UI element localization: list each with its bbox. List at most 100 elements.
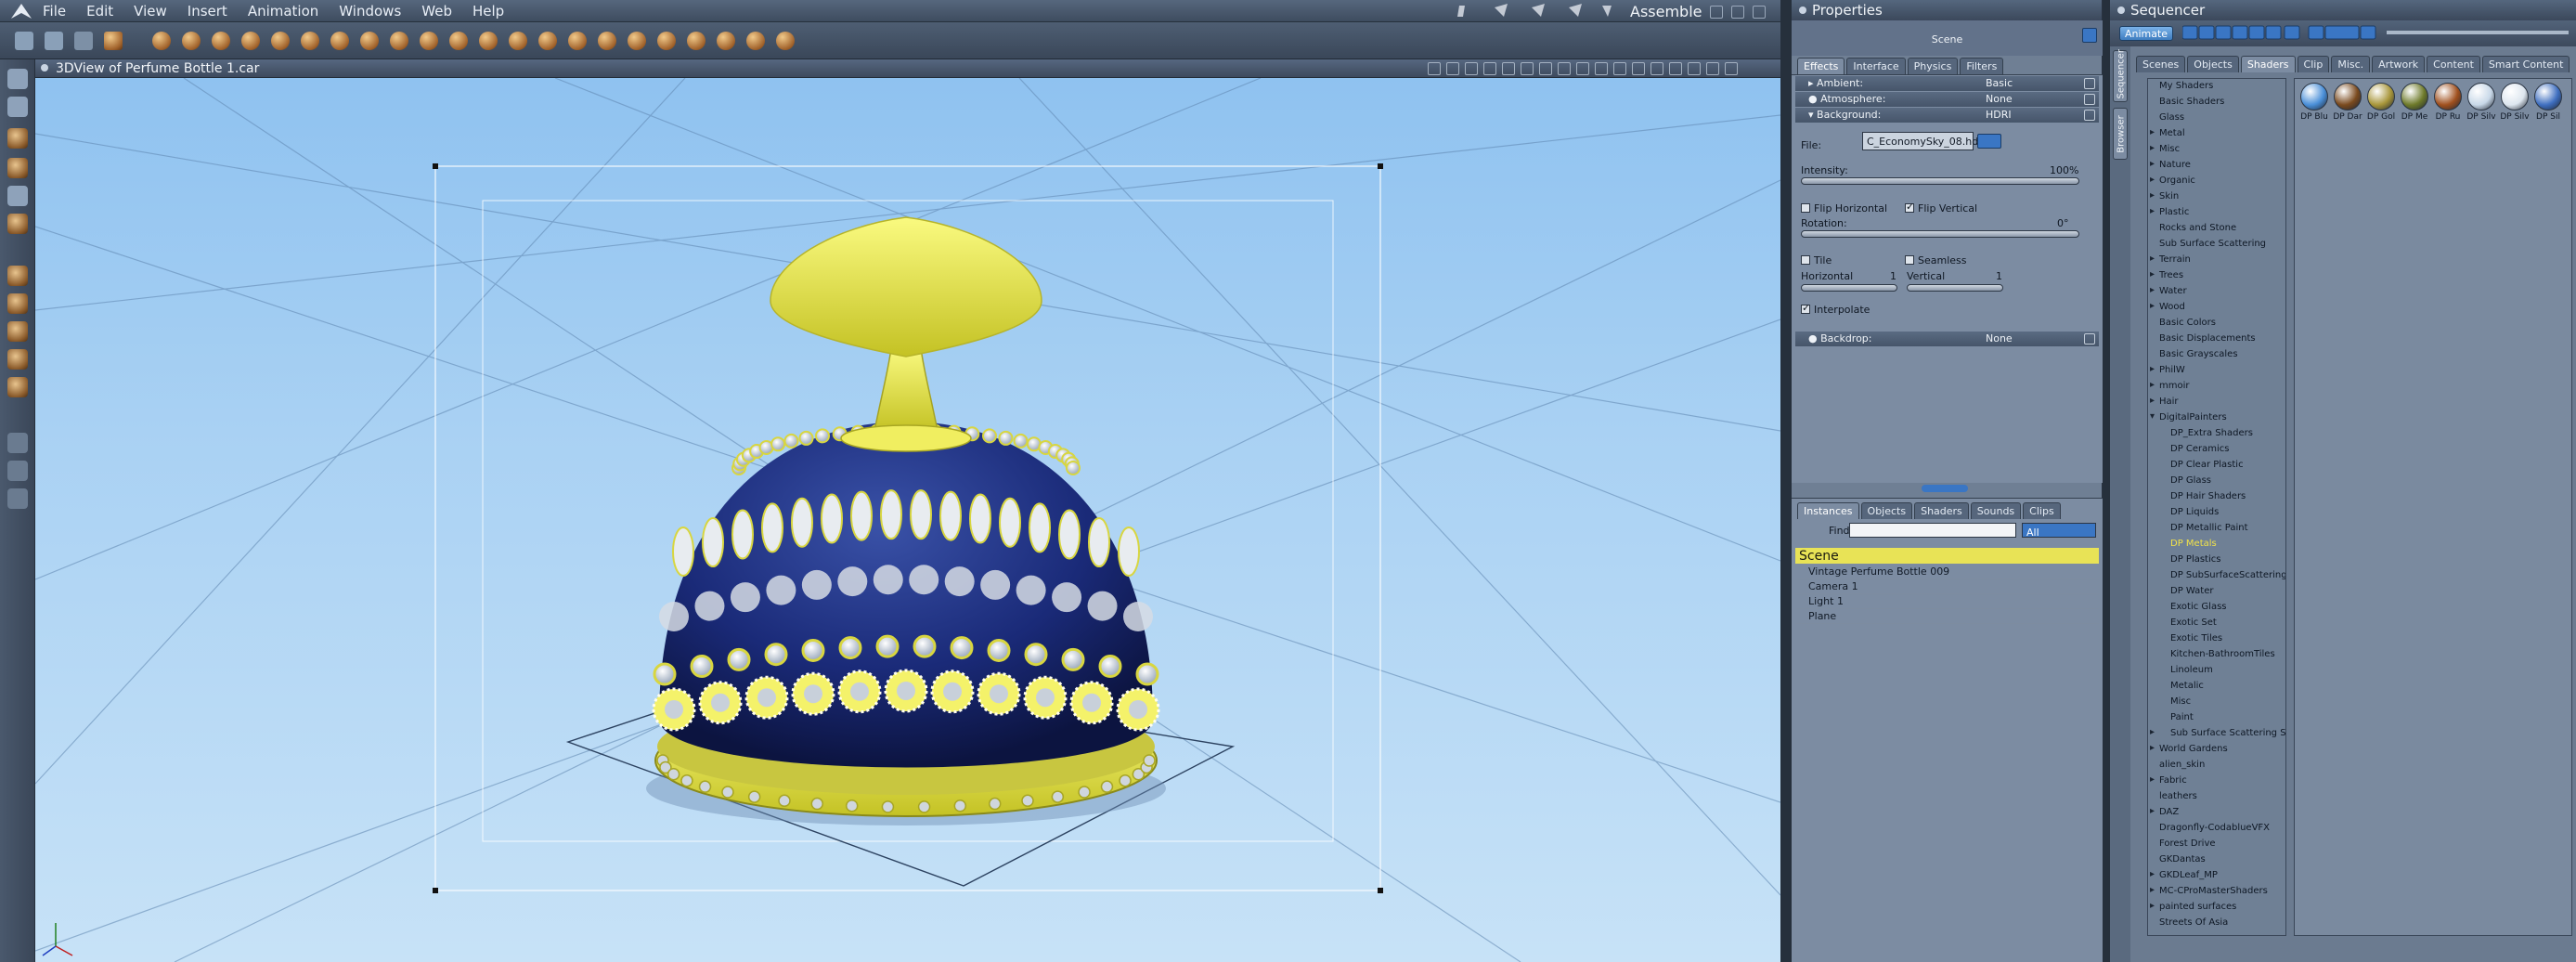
disc-icon[interactable] bbox=[360, 32, 379, 50]
tree-item[interactable]: Fabric bbox=[2148, 774, 2285, 789]
pen-icon[interactable] bbox=[45, 32, 63, 50]
file-browse-button[interactable] bbox=[1977, 134, 2001, 149]
horizontal-slider[interactable] bbox=[1801, 284, 1897, 292]
tree-item[interactable]: World Gardens bbox=[2148, 742, 2285, 758]
camera-icon[interactable] bbox=[7, 433, 28, 453]
tree-item[interactable]: Glass bbox=[2148, 110, 2285, 126]
filter-select[interactable]: All bbox=[2022, 523, 2096, 539]
instance-row[interactable]: Camera 1 bbox=[1795, 579, 2099, 594]
tree-item[interactable]: Streets Of Asia bbox=[2148, 916, 2285, 931]
background-edit-icon[interactable] bbox=[2084, 110, 2095, 121]
bend-icon[interactable] bbox=[7, 158, 28, 178]
rotation-slider[interactable] bbox=[1801, 230, 2079, 238]
gear-icon[interactable] bbox=[301, 32, 319, 50]
tree-item[interactable]: Exotic Glass bbox=[2148, 600, 2285, 616]
menu-insert[interactable]: Insert bbox=[188, 3, 227, 20]
tree-item[interactable]: DP Metals bbox=[2148, 537, 2285, 552]
vertical-slider[interactable] bbox=[1907, 284, 2003, 292]
panel-divider[interactable] bbox=[1780, 0, 1792, 962]
tab-clips[interactable]: Clips bbox=[2023, 502, 2061, 519]
instance-row[interactable]: Vintage Perfume Bottle 009 bbox=[1795, 565, 2099, 579]
intensity-slider[interactable] bbox=[1801, 177, 2079, 185]
ambient-edit-icon[interactable] bbox=[2084, 78, 2095, 89]
fern-icon[interactable] bbox=[657, 32, 676, 50]
tree-item[interactable]: GKDLeaf_MP bbox=[2148, 868, 2285, 884]
tree-item[interactable]: Terrain bbox=[2148, 253, 2285, 268]
vtab-browser[interactable]: Browser bbox=[2113, 108, 2128, 160]
tree-item[interactable]: DAZ bbox=[2148, 805, 2285, 821]
ambient-section[interactable]: ▸ Ambient: Basic bbox=[1795, 76, 2099, 91]
select-arrow-icon[interactable] bbox=[7, 69, 28, 89]
tree-item[interactable]: DP Plastics bbox=[2148, 552, 2285, 568]
tab-filters[interactable]: Filters bbox=[1960, 58, 2004, 74]
hand-pan-icon[interactable] bbox=[7, 461, 28, 481]
tree-item[interactable]: Exotic Tiles bbox=[2148, 631, 2285, 647]
tree-icon[interactable] bbox=[628, 32, 646, 50]
hammer-icon[interactable] bbox=[104, 32, 123, 50]
panel-dot-icon[interactable] bbox=[1799, 6, 1806, 14]
instance-row[interactable]: Light 1 bbox=[1795, 594, 2099, 609]
find-input[interactable] bbox=[1849, 523, 2016, 538]
tab-sounds[interactable]: Sounds bbox=[1970, 502, 2022, 519]
wire-icon[interactable] bbox=[1483, 62, 1496, 75]
layout2-icon[interactable] bbox=[1521, 62, 1534, 75]
scene-row[interactable]: Scene bbox=[1795, 548, 2099, 565]
gizmo-icon[interactable] bbox=[7, 349, 28, 370]
browser-tab-scenes[interactable]: Scenes bbox=[2136, 56, 2186, 72]
ellipsoid-icon[interactable] bbox=[420, 32, 438, 50]
menu-help[interactable]: Help bbox=[472, 3, 504, 20]
tab-physics[interactable]: Physics bbox=[1907, 58, 1959, 74]
tree-item[interactable]: DigitalPainters bbox=[2148, 410, 2285, 426]
layout1-icon[interactable] bbox=[1502, 62, 1515, 75]
shade3-icon[interactable] bbox=[1650, 62, 1663, 75]
atmosphere-section[interactable]: ● Atmosphere: None bbox=[1795, 92, 2099, 107]
pot-icon[interactable] bbox=[568, 32, 587, 50]
tree-item[interactable]: Basic Grayscales bbox=[2148, 347, 2285, 363]
panel-divider-2[interactable] bbox=[2103, 0, 2110, 962]
maximize-icon[interactable] bbox=[1753, 6, 1767, 19]
room-icons[interactable] bbox=[1448, 0, 1615, 22]
menu-edit[interactable]: Edit bbox=[86, 3, 113, 20]
flip-horizontal-checkbox[interactable] bbox=[1801, 203, 1810, 213]
atmosphere-value[interactable]: None bbox=[1986, 93, 2013, 105]
scene-options-icon[interactable] bbox=[2082, 28, 2097, 43]
tree-item[interactable]: Basic Colors bbox=[2148, 316, 2285, 332]
render-icon[interactable] bbox=[1688, 62, 1701, 75]
tree-item[interactable]: Trees bbox=[2148, 268, 2285, 284]
tree-item[interactable]: Water bbox=[2148, 284, 2285, 300]
atmosphere-edit-icon[interactable] bbox=[2084, 94, 2095, 105]
tree-item[interactable]: DP Ceramics bbox=[2148, 442, 2285, 458]
background-section[interactable]: ▾ Background: HDRI bbox=[1795, 108, 2099, 123]
file-field[interactable]: C_EconomySky_08.hdr bbox=[1862, 132, 1983, 150]
paint-icon[interactable] bbox=[7, 214, 28, 234]
backdrop-section[interactable]: ● Backdrop: None bbox=[1795, 332, 2099, 346]
flip-vertical-checkbox[interactable] bbox=[1905, 201, 1914, 213]
minimize-icon[interactable] bbox=[1731, 6, 1745, 19]
tree-item[interactable]: My Shaders bbox=[2148, 79, 2285, 95]
tree-item[interactable]: Kitchen-BathroomTiles bbox=[2148, 647, 2285, 663]
ambient-value[interactable]: Basic bbox=[1986, 77, 2013, 89]
tree-item[interactable]: Dragonfly-CodabluеVFX bbox=[2148, 821, 2285, 837]
layout4-icon[interactable] bbox=[1558, 62, 1571, 75]
tree-item[interactable]: Exotic Set bbox=[2148, 616, 2285, 631]
tree-item[interactable]: PhilW bbox=[2148, 363, 2285, 379]
tree-item[interactable]: Misc bbox=[2148, 695, 2285, 710]
brush-tool-icon[interactable] bbox=[7, 186, 28, 206]
menu-windows[interactable]: Windows bbox=[339, 3, 401, 20]
twist-icon[interactable] bbox=[7, 128, 28, 149]
menu-file[interactable]: File bbox=[43, 3, 66, 20]
cone-icon[interactable] bbox=[271, 32, 290, 50]
sphere-preview-icon[interactable] bbox=[1706, 62, 1719, 75]
interpolate-checkbox[interactable] bbox=[1801, 302, 1810, 314]
viewport-controls[interactable] bbox=[1428, 62, 1743, 75]
room-label[interactable]: Assemble bbox=[1630, 3, 1702, 20]
tab-shaders[interactable]: Shaders bbox=[1914, 502, 1969, 519]
layout3-icon[interactable] bbox=[1539, 62, 1552, 75]
tree-item[interactable]: Forest Drive bbox=[2148, 837, 2285, 852]
tree-item[interactable]: GKDantas bbox=[2148, 852, 2285, 868]
tree-item[interactable]: Linoleum bbox=[2148, 663, 2285, 679]
tree-item[interactable]: Organic bbox=[2148, 174, 2285, 189]
shade4-icon[interactable] bbox=[1669, 62, 1682, 75]
eye-icon[interactable] bbox=[1710, 6, 1723, 19]
menu-view[interactable]: View bbox=[134, 3, 167, 20]
